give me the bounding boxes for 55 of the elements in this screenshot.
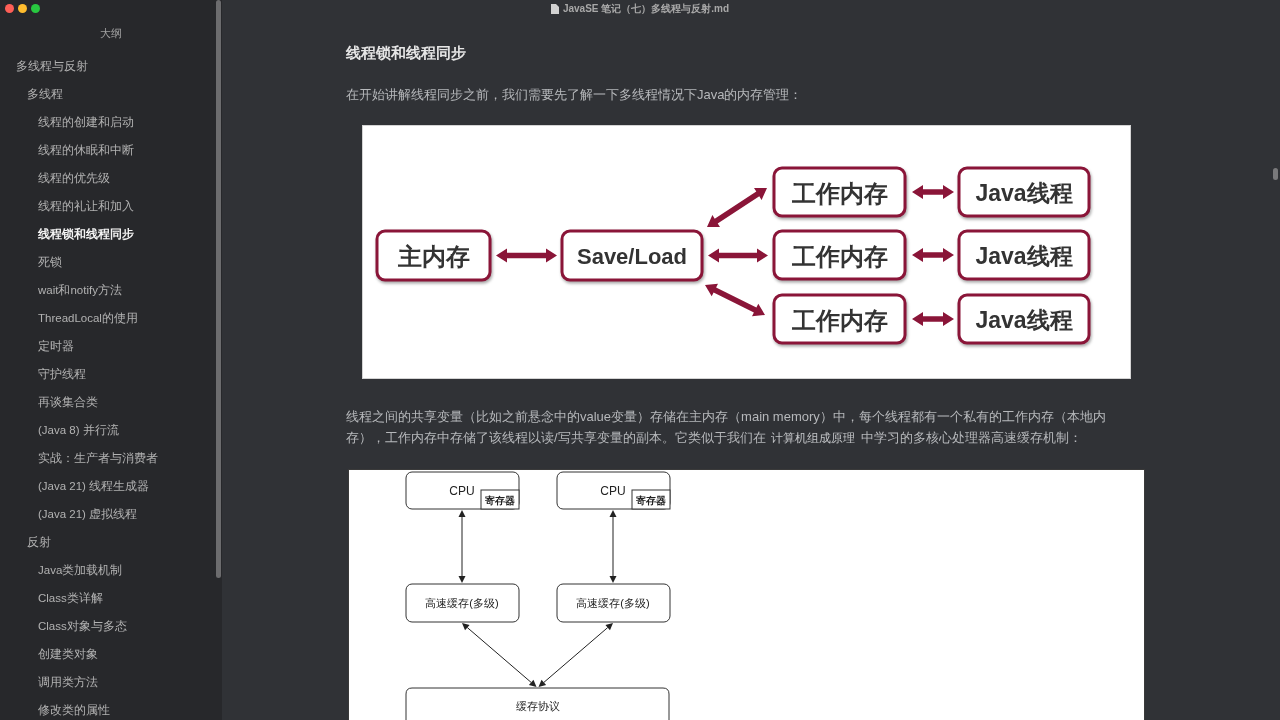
- outline-item[interactable]: (Java 8) 并行流: [38, 420, 119, 440]
- outline-item[interactable]: 多线程与反射: [16, 56, 88, 76]
- diagram-node: 高速缓存(多级): [556, 583, 671, 623]
- double-arrow: [496, 248, 557, 263]
- diagram-node: 主内存: [375, 229, 492, 282]
- minimize-button[interactable]: [18, 3, 27, 13]
- register-node: 寄存器: [480, 489, 520, 510]
- document-icon: [550, 3, 559, 14]
- close-button[interactable]: [4, 3, 14, 13]
- outline-item[interactable]: ThreadLocal的使用: [38, 308, 138, 328]
- outline-item[interactable]: Class对象与多态: [38, 616, 127, 636]
- outline-item[interactable]: 调用类方法: [38, 672, 98, 692]
- register-node: 寄存器: [631, 489, 671, 510]
- section-heading: 线程锁和线程同步: [346, 43, 466, 63]
- outline-item[interactable]: 死锁: [38, 252, 62, 272]
- diagram-node: 缓存协议: [405, 687, 670, 720]
- outline-item[interactable]: 线程的创建和启动: [38, 112, 134, 132]
- scrollbar-thumb[interactable]: [216, 0, 221, 578]
- double-arrow: [705, 283, 765, 317]
- outline-item[interactable]: 修改类的属性: [38, 700, 110, 720]
- outline-item[interactable]: 线程的优先级: [38, 168, 110, 188]
- outline-item[interactable]: 实战：生产者与消费者: [38, 448, 158, 468]
- double-arrow: [707, 188, 767, 227]
- diagram-node: Java线程: [957, 229, 1091, 281]
- diagram-node: Java线程: [957, 166, 1091, 218]
- outline-item[interactable]: 多线程: [27, 84, 63, 104]
- outline-item[interactable]: wait和notify方法: [38, 280, 122, 300]
- double-arrow: [912, 185, 954, 199]
- body-paragraph: 在开始讲解线程同步之前，我们需要先了解一下多线程情况下Java的内存管理：: [346, 85, 804, 104]
- outline-item[interactable]: 定时器: [38, 336, 74, 356]
- double-arrow: [912, 248, 954, 262]
- diagram-node: 高速缓存(多级): [405, 583, 520, 623]
- body-paragraph: 线程之间的共享变量（比如之前悬念中的value变量）存储在主内存（main memory）中，每个线程都有一个私有的工作内存（本地内存），工作内存中存储了该线程以读/写共享变量的副本。它类似于我们在 计算机组成原理 中学习的多核心处理器高速缓存机制：: [346, 407, 1107, 447]
- outline-item[interactable]: 线程锁和线程同步: [38, 224, 134, 244]
- outline-item[interactable]: Class类详解: [38, 588, 103, 608]
- diagram-node: 工作内存: [772, 229, 907, 281]
- outline-item[interactable]: 创建类对象: [38, 644, 98, 664]
- diagram-node: 工作内存: [772, 166, 907, 218]
- outline-item[interactable]: 再谈集合类: [38, 392, 98, 412]
- outline-item[interactable]: 反射: [27, 532, 51, 552]
- diagram-node: Java线程: [957, 293, 1091, 345]
- double-arrow: [912, 312, 954, 326]
- outline-title: 大纲: [100, 26, 122, 40]
- outline-item[interactable]: (Java 21) 线程生成器: [38, 476, 150, 496]
- diagram-node: 工作内存: [772, 293, 907, 345]
- diagram-node: Save/Load: [560, 229, 704, 282]
- double-arrow: [708, 248, 768, 263]
- outline-item[interactable]: (Java 21) 虚拟线程: [38, 504, 138, 524]
- maximize-button[interactable]: [31, 3, 41, 13]
- scrollbar-thumb[interactable]: [1273, 168, 1278, 180]
- outline-item[interactable]: 线程的休眠和中断: [38, 140, 134, 160]
- window-title: JavaSE 笔记（七）多线程与反射.md: [562, 2, 730, 15]
- outline-item[interactable]: 守护线程: [38, 364, 86, 384]
- outline-item[interactable]: Java类加载机制: [38, 560, 123, 580]
- outline-item[interactable]: 线程的礼让和加入: [38, 196, 134, 216]
